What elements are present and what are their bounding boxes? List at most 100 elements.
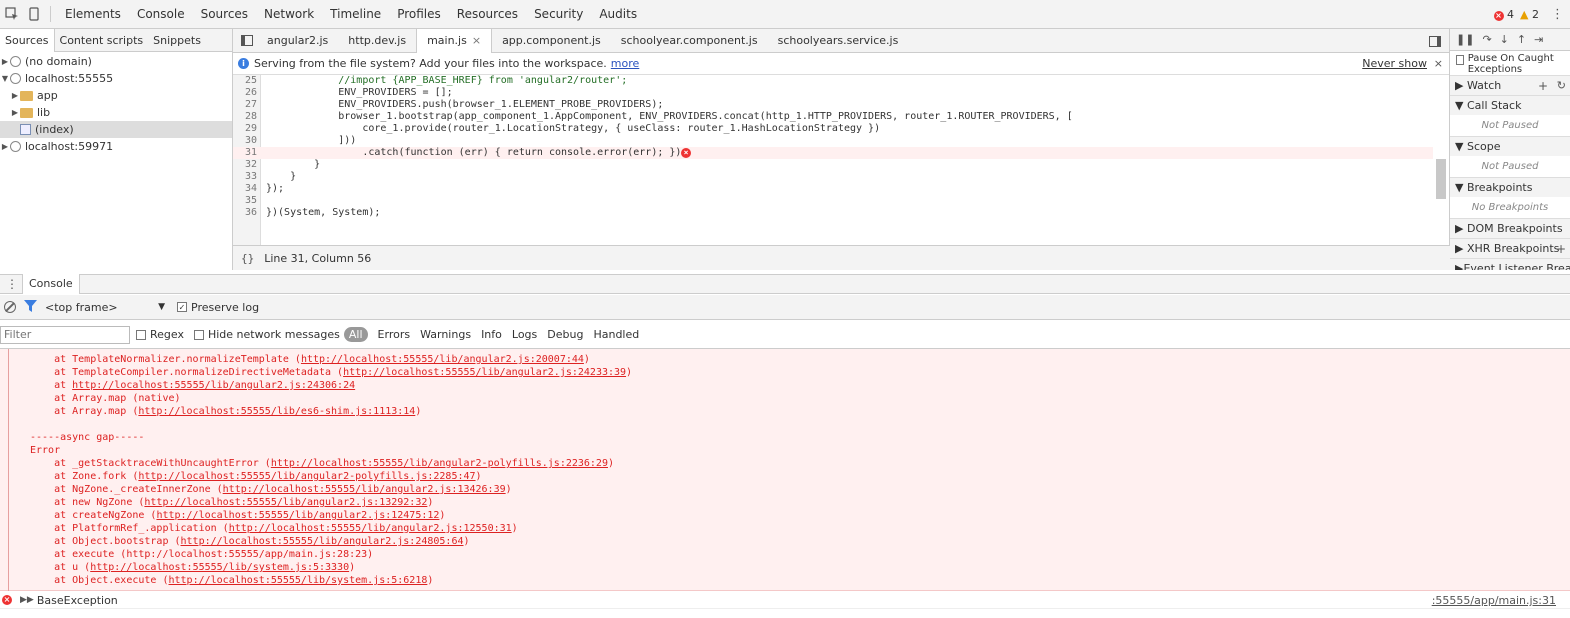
- section-watch[interactable]: ▶ Watch + ↻: [1450, 75, 1570, 95]
- tab-resources[interactable]: Resources: [449, 0, 526, 29]
- pretty-print-icon[interactable]: {}: [241, 252, 254, 265]
- infobar-more-link[interactable]: more: [611, 57, 640, 70]
- toggle-debugger-icon[interactable]: [1425, 31, 1445, 51]
- nav-tab-snippets[interactable]: Snippets: [148, 29, 206, 52]
- add-xhr-breakpoint-icon[interactable]: +: [1556, 239, 1566, 259]
- tree-item-lib[interactable]: ▶ lib: [0, 104, 232, 121]
- tree-item-app[interactable]: ▶ app: [0, 87, 232, 104]
- expand-triangle-icon[interactable]: ▶▶: [20, 595, 34, 605]
- stack-frame-link[interactable]: http://localhost:55555/lib/angular2.js:1…: [223, 484, 506, 495]
- stack-frame-link[interactable]: http://localhost:55555/lib/system.js:5:3…: [90, 562, 349, 573]
- preserve-log-option[interactable]: ✓ Preserve log: [177, 301, 259, 314]
- level-logs[interactable]: Logs: [512, 328, 537, 341]
- file-tab-angular2[interactable]: angular2.js: [257, 29, 338, 53]
- console-message-base-exception[interactable]: × ▶▶ BaseException :55555/app/main.js:31: [0, 592, 1570, 609]
- step-out-icon[interactable]: ↑: [1517, 33, 1526, 46]
- collapse-triangle-icon[interactable]: ▼: [0, 70, 10, 87]
- section-event-listener-breakpoints[interactable]: ▶Event Listener Breakpoints: [1450, 258, 1570, 270]
- scrollbar-thumb[interactable]: [1436, 159, 1446, 199]
- stack-frame-link[interactable]: http://localhost:55555/lib/angular2.js:2…: [343, 367, 626, 378]
- error-marker-icon[interactable]: ×: [681, 148, 691, 158]
- step-over-icon[interactable]: ↷: [1482, 33, 1491, 46]
- toggle-navigator-icon[interactable]: [237, 31, 257, 51]
- stack-frame-link[interactable]: http://localhost:55555/lib/angular2-poly…: [138, 471, 475, 482]
- never-show-link[interactable]: Never show: [1362, 57, 1427, 70]
- stack-frame-link[interactable]: http://localhost:55555/lib/es6-shim.js:1…: [138, 406, 415, 417]
- stack-frame-link[interactable]: http://localhost:55555/lib/angular2.js:2…: [181, 536, 464, 547]
- level-all[interactable]: All: [343, 327, 368, 342]
- drawer-menu-icon[interactable]: ⋮: [6, 277, 18, 291]
- regex-checkbox[interactable]: [136, 329, 146, 340]
- file-tab-app-component[interactable]: app.component.js: [492, 29, 611, 53]
- clear-console-icon[interactable]: [4, 301, 16, 313]
- level-info[interactable]: Info: [481, 328, 502, 341]
- preserve-log-checkbox[interactable]: ✓: [177, 302, 187, 312]
- tree-item-index[interactable]: (index): [0, 121, 232, 138]
- level-debug[interactable]: Debug: [547, 328, 583, 341]
- file-tab-main[interactable]: main.js ×: [416, 28, 493, 53]
- expand-triangle-icon[interactable]: ▶: [10, 104, 20, 121]
- add-watch-icon[interactable]: +: [1538, 76, 1548, 96]
- tree-item-no-domain[interactable]: ▶ (no domain): [0, 53, 232, 70]
- close-icon[interactable]: ×: [1434, 57, 1443, 70]
- editor-scrollbar[interactable]: [1435, 77, 1447, 241]
- file-tab-http-dev[interactable]: http.dev.js: [338, 29, 416, 53]
- console-stack-line: at new NgZone (http://localhost:55555/li…: [30, 496, 433, 509]
- close-tab-icon[interactable]: ×: [472, 34, 481, 47]
- file-tab-schoolyear-component[interactable]: schoolyear.component.js: [611, 29, 768, 53]
- warning-counter[interactable]: ▲ 2: [1520, 8, 1539, 21]
- console-output[interactable]: at TemplateNormalizer.normalizeTemplate …: [0, 349, 1570, 591]
- more-menu-icon[interactable]: ⋮: [1551, 7, 1564, 22]
- filter-input[interactable]: [0, 325, 130, 344]
- stack-frame-link[interactable]: http://localhost:55555/lib/angular2.js:2…: [72, 380, 355, 391]
- tree-item-localhost-59971[interactable]: ▶ localhost:59971: [0, 138, 232, 155]
- tab-security[interactable]: Security: [526, 0, 591, 29]
- section-xhr-breakpoints[interactable]: ▶ XHR Breakpoints +: [1450, 238, 1570, 258]
- tab-console[interactable]: Console: [129, 0, 193, 29]
- tab-sources[interactable]: Sources: [193, 0, 256, 29]
- filter-icon[interactable]: [24, 299, 37, 315]
- section-breakpoints[interactable]: ▼ Breakpoints: [1450, 177, 1570, 197]
- tab-timeline[interactable]: Timeline: [322, 0, 389, 29]
- refresh-icon[interactable]: ↻: [1557, 76, 1566, 96]
- pause-on-caught-checkbox[interactable]: [1456, 55, 1464, 65]
- tree-item-localhost-55555[interactable]: ▼ localhost:55555: [0, 70, 232, 87]
- section-dom-breakpoints[interactable]: ▶ DOM Breakpoints: [1450, 218, 1570, 238]
- error-counter[interactable]: × 4: [1493, 8, 1514, 21]
- file-tab-schoolyears-service[interactable]: schoolyears.service.js: [768, 29, 909, 53]
- stack-frame-link[interactable]: http://localhost:55555/lib/angular2-poly…: [271, 458, 608, 469]
- stack-frame-link[interactable]: http://localhost:55555/lib/system.js:5:6…: [168, 575, 427, 586]
- level-errors[interactable]: Errors: [378, 328, 411, 341]
- expand-triangle-icon[interactable]: ▶: [0, 138, 10, 155]
- regex-option[interactable]: Regex: [136, 328, 184, 341]
- inspect-element-icon[interactable]: [2, 4, 22, 24]
- pause-on-caught-row[interactable]: Pause On Caught Exceptions: [1450, 51, 1570, 75]
- level-warnings[interactable]: Warnings: [420, 328, 471, 341]
- tab-elements[interactable]: Elements: [57, 0, 129, 29]
- section-call-stack[interactable]: ▼ Call Stack: [1450, 95, 1570, 115]
- hide-network-checkbox[interactable]: [193, 329, 204, 340]
- pause-icon[interactable]: ❚❚: [1456, 33, 1474, 46]
- frame-selector[interactable]: <top frame> ▼: [45, 301, 165, 314]
- nav-tab-sources[interactable]: Sources: [0, 28, 55, 52]
- section-scope[interactable]: ▼ Scope: [1450, 136, 1570, 156]
- tab-audits[interactable]: Audits: [591, 0, 645, 29]
- regex-label: Regex: [150, 328, 184, 341]
- expand-triangle-icon[interactable]: ▶: [0, 53, 10, 70]
- drawer-tab-console[interactable]: Console: [22, 274, 80, 294]
- stack-frame-link[interactable]: http://localhost:55555/lib/angular2.js:1…: [156, 510, 439, 521]
- stack-frame-link[interactable]: http://localhost:55555/lib/angular2.js:1…: [144, 497, 427, 508]
- deactivate-breakpoints-icon[interactable]: ⇥: [1534, 33, 1543, 46]
- code-area[interactable]: 25 //import {APP_BASE_HREF} from 'angula…: [233, 75, 1450, 245]
- stack-frame-link[interactable]: http://localhost:55555/lib/angular2.js:1…: [229, 523, 512, 534]
- nav-tab-content-scripts[interactable]: Content scripts: [55, 29, 149, 52]
- device-mode-icon[interactable]: [24, 4, 44, 24]
- base-exception-source-link[interactable]: :55555/app/main.js:31: [1432, 592, 1556, 609]
- level-handled[interactable]: Handled: [593, 328, 639, 341]
- expand-triangle-icon[interactable]: ▶: [10, 87, 20, 104]
- step-into-icon[interactable]: ↓: [1500, 33, 1509, 46]
- tab-profiles[interactable]: Profiles: [389, 0, 449, 29]
- hide-network-option[interactable]: Hide network messages: [193, 328, 340, 341]
- tab-network[interactable]: Network: [256, 0, 322, 29]
- stack-frame-link[interactable]: http://localhost:55555/lib/angular2.js:2…: [301, 354, 584, 365]
